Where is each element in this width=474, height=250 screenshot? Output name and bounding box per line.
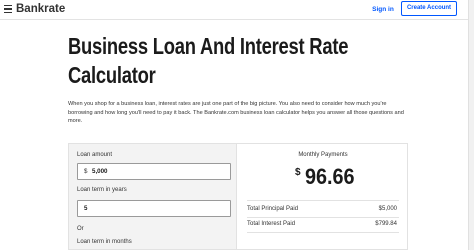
loan-term-years-input[interactable]: 5	[77, 200, 231, 217]
loan-amount-input[interactable]: $ 5,000	[77, 163, 231, 180]
results-divider-2	[247, 217, 399, 218]
currency-symbol: $	[295, 167, 301, 178]
total-principal-value: $5,000	[378, 206, 397, 212]
monthly-payment-value: 96.66	[305, 164, 355, 189]
page-title: Business Loan And Interest Rate Calculat…	[68, 32, 349, 90]
hamburger-menu-icon[interactable]	[4, 5, 12, 13]
calculator-inputs-panel: Loan amount $ 5,000 Loan term in years 5…	[68, 143, 236, 250]
total-interest-label: Total Interest Paid	[247, 221, 296, 227]
loan-term-months-label: Loan term in months	[77, 239, 132, 245]
loan-amount-label: Loan amount	[77, 152, 113, 158]
page-title-line-1: Business Loan And Interest Rate	[68, 33, 349, 59]
intro-paragraph: When you shop for a business loan, inter…	[68, 101, 404, 125]
results-divider-3	[247, 232, 399, 233]
loan-term-years-value: 5	[84, 205, 88, 212]
site-header: Bankrate Sign in Create Account	[0, 0, 474, 20]
create-account-button[interactable]: Create Account	[401, 1, 457, 16]
monthly-payments-label: Monthly Payments	[298, 152, 348, 158]
loan-term-years-label: Loan term in years	[77, 187, 127, 193]
calculator-results-panel: Monthly Payments $ 96.66 Total Principal…	[236, 143, 408, 250]
scrollbar[interactable]	[468, 0, 474, 250]
sign-in-link[interactable]: Sign in	[368, 4, 398, 16]
results-divider-1	[247, 200, 399, 201]
total-interest-value: $799.84	[375, 221, 397, 227]
page-title-line-2: Calculator	[68, 62, 156, 88]
or-label: Or	[77, 226, 84, 232]
dollar-prefix: $	[84, 168, 88, 175]
total-principal-label: Total Principal Paid	[247, 206, 299, 212]
loan-amount-value: 5,000	[92, 168, 108, 175]
bankrate-logo[interactable]: Bankrate	[16, 3, 65, 15]
